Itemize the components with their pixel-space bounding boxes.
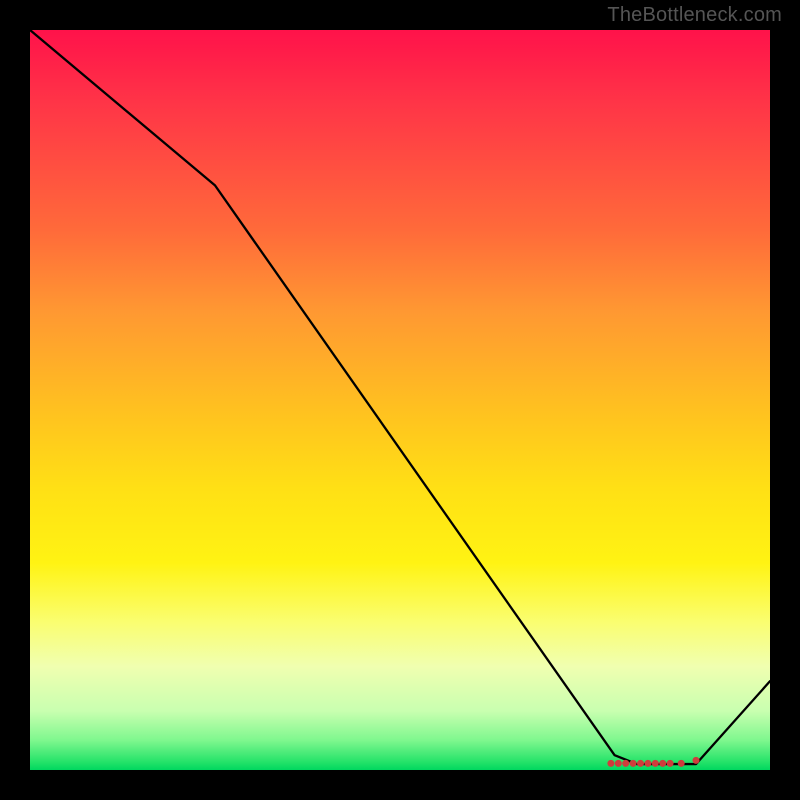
marker-dot — [630, 760, 637, 767]
marker-dot — [693, 757, 700, 764]
marker-dot — [678, 760, 685, 767]
marker-dot — [607, 760, 614, 767]
chart-svg — [30, 30, 770, 770]
marker-dot — [644, 760, 651, 767]
marker-dot — [637, 760, 644, 767]
chart-container: TheBottleneck.com — [0, 0, 800, 800]
marker-dot — [659, 760, 666, 767]
marker-dot — [667, 760, 674, 767]
bottleneck-curve — [30, 30, 770, 764]
marker-dot — [622, 760, 629, 767]
marker-dot — [652, 760, 659, 767]
watermark-label: TheBottleneck.com — [607, 4, 782, 27]
marker-dot — [615, 760, 622, 767]
